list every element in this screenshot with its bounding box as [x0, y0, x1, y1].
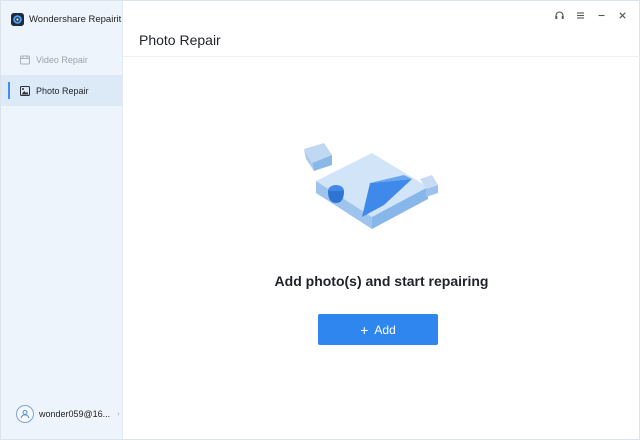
window-controls: [553, 9, 629, 22]
menu-button[interactable]: [574, 9, 587, 22]
empty-state-prompt: Add photo(s) and start repairing: [274, 273, 489, 289]
sidebar-item-label: Photo Repair: [36, 85, 89, 96]
photo-repair-illustration: [304, 143, 438, 229]
support-button[interactable]: [553, 9, 566, 22]
app-window: Wondershare Repairit Video Repair Photo …: [0, 0, 640, 440]
sidebar-item-photo-repair[interactable]: Photo Repair: [1, 75, 122, 106]
plus-icon: +: [360, 321, 369, 338]
sidebar: Wondershare Repairit Video Repair Photo …: [1, 1, 123, 439]
avatar: [16, 405, 34, 423]
sidebar-item-video-repair[interactable]: Video Repair: [1, 44, 122, 75]
brand: Wondershare Repairit: [11, 10, 121, 28]
close-icon: [619, 12, 626, 19]
sidebar-item-label: Video Repair: [36, 54, 88, 65]
close-button[interactable]: [616, 9, 629, 22]
headset-icon: [555, 11, 564, 19]
active-indicator: [8, 82, 10, 99]
photo-icon: [20, 85, 30, 96]
main-panel: Photo Repair Add photo(s) and start repa…: [123, 1, 640, 439]
minimize-icon: [598, 14, 605, 17]
menu-icon: [577, 12, 584, 19]
user-account[interactable]: wonder059@16... ›: [16, 405, 120, 423]
minimize-button[interactable]: [595, 9, 608, 22]
user-icon: [20, 409, 30, 419]
video-icon: [20, 55, 30, 64]
app-name: Wondershare Repairit: [29, 13, 122, 25]
user-email: wonder059@16...: [39, 409, 111, 419]
page-title: Photo Repair: [139, 32, 221, 48]
header-divider: [123, 56, 640, 57]
chevron-right-icon: ›: [117, 410, 120, 418]
app-logo-icon: [11, 12, 24, 26]
add-button-label: Add: [374, 322, 396, 337]
add-photo-button[interactable]: + Add: [318, 314, 438, 345]
